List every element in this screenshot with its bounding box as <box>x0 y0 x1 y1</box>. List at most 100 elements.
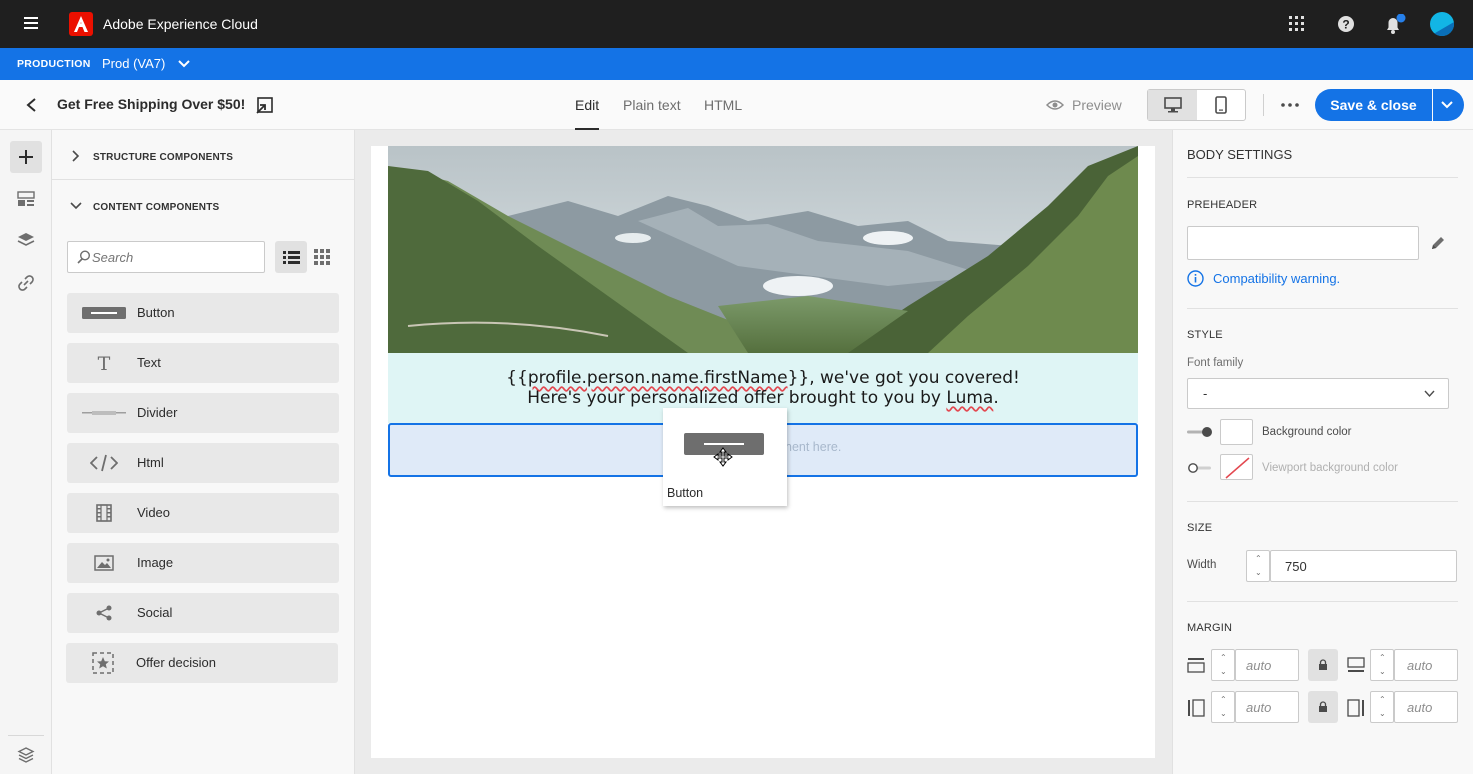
global-header: Adobe Experience Cloud ? <box>0 0 1473 48</box>
viewport-background-label: Viewport background color <box>1262 462 1398 474</box>
section-divider <box>1187 177 1458 178</box>
margin-left-value: auto <box>1246 700 1272 715</box>
margin-right-value: auto <box>1407 700 1433 715</box>
mobile-view-button[interactable] <box>1197 90 1245 120</box>
margin-lock-vertical[interactable] <box>1308 649 1338 681</box>
pencil-edit-icon[interactable] <box>1429 234 1447 252</box>
margin-left-input[interactable]: auto <box>1235 691 1299 723</box>
chevron-right-icon <box>72 150 80 162</box>
editor-toolbar: Get Free Shipping Over $50! Edit Plain t… <box>0 80 1473 130</box>
component-video[interactable]: Video <box>67 493 339 533</box>
size-label: SIZE <box>1187 522 1213 534</box>
divider-icon <box>81 401 127 425</box>
list-view-icon <box>283 250 300 265</box>
margin-bottom-icon <box>1347 657 1365 673</box>
viewport-color-swatch-none[interactable] <box>1220 454 1253 480</box>
component-label: Social <box>137 605 173 620</box>
link-icon[interactable] <box>17 274 35 292</box>
apps-grid-icon[interactable] <box>1289 16 1305 32</box>
layers-icon[interactable] <box>17 232 35 248</box>
component-image[interactable]: Image <box>67 543 339 583</box>
image-icon <box>81 551 127 575</box>
components-panel: STRUCTURE COMPONENTS CONTENT COMPONENTS … <box>52 130 355 774</box>
email-body[interactable]: {{profile.person.name.firstName}}, we've… <box>371 146 1155 758</box>
component-offer-decision[interactable]: Offer decision <box>66 643 338 683</box>
help-icon[interactable]: ? <box>1337 15 1355 33</box>
background-color-toggle[interactable] <box>1187 426 1213 438</box>
background-color-swatch[interactable] <box>1220 419 1253 445</box>
sandbox-selector[interactable]: Prod (VA7) <box>102 56 165 71</box>
margin-lock-horizontal[interactable] <box>1308 691 1338 723</box>
component-search-field[interactable] <box>67 241 265 273</box>
rail-divider <box>8 735 44 736</box>
manage-layers-icon[interactable] <box>17 746 35 764</box>
search-input[interactable] <box>92 248 257 266</box>
info-icon <box>1187 270 1204 287</box>
user-avatar[interactable] <box>1430 12 1454 36</box>
lock-icon <box>1319 701 1327 712</box>
save-close-button[interactable]: Save & close <box>1315 89 1432 121</box>
component-label: Button <box>137 305 175 320</box>
add-components-button[interactable] <box>10 141 42 173</box>
component-text[interactable]: T Text <box>67 343 339 383</box>
chevron-down-icon[interactable] <box>178 59 190 69</box>
tab-edit[interactable]: Edit <box>575 80 600 130</box>
component-divider[interactable]: Divider <box>67 393 339 433</box>
left-tool-rail <box>0 130 52 774</box>
more-options-icon[interactable] <box>1281 103 1299 107</box>
adobe-logo-icon[interactable] <box>69 12 93 36</box>
app-title[interactable]: Adobe Experience Cloud <box>103 16 258 32</box>
margin-right-stepper[interactable]: ⌃ ⌄ <box>1370 691 1394 723</box>
margin-label: MARGIN <box>1187 622 1233 634</box>
font-family-dropdown[interactable]: - <box>1187 378 1449 409</box>
search-icon <box>77 250 91 264</box>
personalization-token[interactable]: profile.person.name.firstName <box>528 368 788 388</box>
preheader-label: PREHEADER <box>1187 199 1258 211</box>
preheader-input[interactable] <box>1187 226 1419 260</box>
margin-right-input[interactable]: auto <box>1394 691 1458 723</box>
hero-mountain-image[interactable] <box>388 146 1138 353</box>
desktop-view-button[interactable] <box>1148 90 1197 120</box>
margin-left-icon <box>1187 699 1205 717</box>
text-icon: T <box>81 351 127 375</box>
component-social[interactable]: Social <box>67 593 339 633</box>
button-icon <box>81 301 127 325</box>
compatibility-warning-link[interactable]: Compatibility warning. <box>1213 271 1340 286</box>
margin-top-stepper[interactable]: ⌃ ⌄ <box>1211 649 1235 681</box>
brand-name: Luma <box>946 388 994 408</box>
margin-top-input[interactable]: auto <box>1235 649 1299 681</box>
svg-text:?: ? <box>1342 18 1349 32</box>
margin-left-stepper[interactable]: ⌃ ⌄ <box>1211 691 1235 723</box>
org-switcher-bar: PRODUCTION Prod (VA7) <box>0 48 1473 80</box>
tab-html[interactable]: HTML <box>704 80 742 130</box>
back-arrow-icon[interactable] <box>24 97 38 113</box>
component-label: Html <box>137 455 164 470</box>
margin-bottom-input[interactable]: auto <box>1394 649 1458 681</box>
component-html[interactable]: Html <box>67 443 339 483</box>
greeting-line: {{profile.person.name.firstName}}, we've… <box>506 368 1020 388</box>
width-input[interactable]: 750 <box>1270 550 1457 582</box>
grid-view-icon[interactable] <box>314 249 330 265</box>
plus-icon <box>19 150 33 164</box>
structure-components-section[interactable]: STRUCTURE COMPONENTS <box>52 130 354 180</box>
save-options-dropdown[interactable] <box>1433 89 1464 121</box>
font-family-label: Font family <box>1187 357 1244 369</box>
hamburger-menu-icon[interactable] <box>24 16 40 30</box>
width-label: Width <box>1187 559 1217 571</box>
chevron-down-icon[interactable] <box>70 202 82 210</box>
width-stepper[interactable]: ⌃ ⌄ <box>1246 550 1270 582</box>
margin-bottom-stepper[interactable]: ⌃ ⌄ <box>1370 649 1394 681</box>
dragged-button-component[interactable]: Button <box>663 408 787 506</box>
edit-properties-icon[interactable] <box>256 96 274 114</box>
assets-icon[interactable] <box>17 191 35 207</box>
list-view-button[interactable] <box>275 241 307 273</box>
section-divider <box>1187 308 1458 309</box>
content-components-header: CONTENT COMPONENTS <box>93 202 220 213</box>
margin-right-icon <box>1347 699 1365 717</box>
component-button[interactable]: Button <box>67 293 339 333</box>
notifications-bell-icon[interactable] <box>1384 14 1406 34</box>
tab-plain-text[interactable]: Plain text <box>623 80 681 130</box>
viewport-background-toggle[interactable] <box>1187 462 1213 474</box>
margin-bottom-value: auto <box>1407 658 1433 673</box>
preview-button[interactable]: Preview <box>1072 97 1122 113</box>
